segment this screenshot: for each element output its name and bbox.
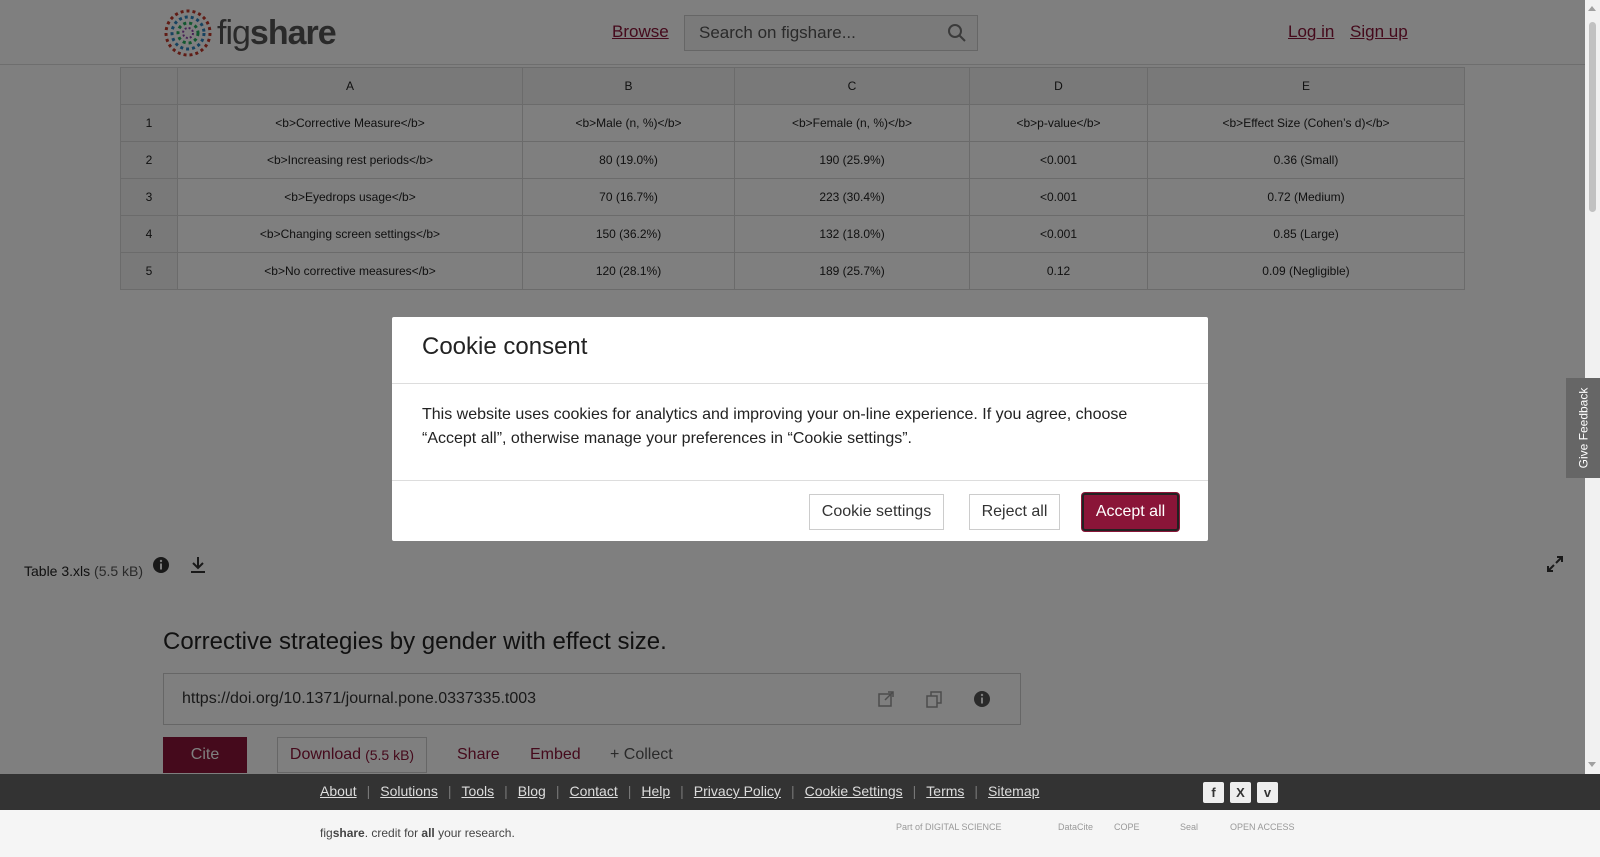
separator: |	[447, 783, 452, 799]
footer-nav: About | Solutions | Tools | Blog | Contact | …	[320, 783, 1039, 799]
datacite-logo[interactable]: DataCite	[1058, 822, 1093, 832]
cookie-settings-button[interactable]: Cookie settings	[809, 494, 944, 530]
cookie-consent-dialog: Cookie consent This website uses cookies…	[392, 317, 1208, 541]
footer-link-about[interactable]: About	[320, 783, 357, 799]
footer-link-tools[interactable]: Tools	[461, 783, 494, 799]
footer-link-blog[interactable]: Blog	[518, 783, 546, 799]
cope-logo[interactable]: COPE	[1114, 822, 1140, 832]
vimeo-icon[interactable]: v	[1257, 782, 1278, 803]
footer-link-solutions[interactable]: Solutions	[380, 783, 438, 799]
footer-link-terms[interactable]: Terms	[926, 783, 964, 799]
footer-link-contact[interactable]: Contact	[569, 783, 617, 799]
footer-link-help[interactable]: Help	[641, 783, 670, 799]
separator: |	[555, 783, 560, 799]
separator: |	[974, 783, 979, 799]
seal-logo[interactable]: Seal	[1180, 822, 1198, 832]
scroll-down-arrow[interactable]	[1588, 762, 1596, 767]
scrollbar-thumb[interactable]	[1589, 22, 1596, 212]
divider	[392, 383, 1208, 384]
divider	[392, 480, 1208, 481]
footer-link-privacy[interactable]: Privacy Policy	[694, 783, 781, 799]
separator: |	[912, 783, 917, 799]
accept-all-button[interactable]: Accept all	[1082, 493, 1179, 531]
scroll-up-arrow[interactable]	[1588, 6, 1596, 11]
open-access-logo[interactable]: OPEN ACCESS	[1230, 822, 1295, 832]
give-feedback-tab[interactable]: Give Feedback	[1566, 378, 1600, 478]
separator: |	[680, 783, 684, 799]
separator: |	[627, 783, 632, 799]
dialog-title: Cookie consent	[422, 333, 588, 360]
reject-all-button[interactable]: Reject all	[969, 494, 1060, 530]
footer-credit-bar: figshare. credit for all your research. …	[0, 810, 1600, 857]
dialog-body: This website uses cookies for analytics …	[422, 406, 1128, 447]
footer-links-bar: About | Solutions | Tools | Blog | Contact | …	[0, 774, 1600, 810]
separator: |	[504, 783, 508, 799]
digital-science-logo[interactable]: Part of DIGITAL SCIENCE	[896, 822, 1002, 832]
separator: |	[790, 783, 795, 799]
facebook-icon[interactable]: f	[1203, 782, 1224, 803]
x-twitter-icon[interactable]: X	[1230, 782, 1251, 803]
footer-link-sitemap[interactable]: Sitemap	[988, 783, 1039, 799]
separator: |	[366, 783, 371, 799]
footer-link-cookie-settings[interactable]: Cookie Settings	[805, 783, 903, 799]
footer-credit: figshare. credit for all your research.	[320, 826, 515, 840]
